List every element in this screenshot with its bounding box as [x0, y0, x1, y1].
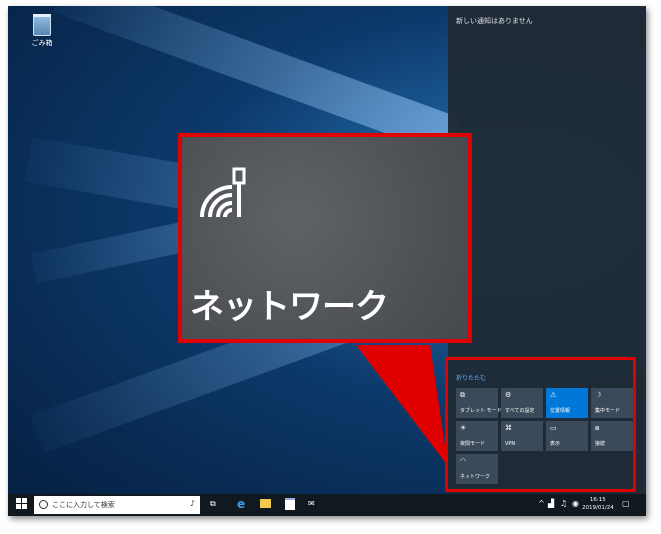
edge-icon[interactable]: e	[237, 497, 245, 511]
start-button[interactable]	[16, 498, 28, 510]
clock[interactable]: 16:15 2019/01/24	[582, 496, 614, 512]
network-tray-icon[interactable]: ▟	[548, 499, 554, 508]
clock-time: 16:15	[589, 497, 606, 503]
network-label-large: ネットワーク	[190, 287, 389, 327]
microphone-icon[interactable]: ♪	[190, 499, 195, 508]
notifications-icon[interactable]: ▢	[622, 499, 630, 508]
mail-icon[interactable]: ✉	[308, 499, 315, 508]
cortana-icon	[39, 500, 48, 509]
no-notifications-text: 新しい通知はありません	[456, 17, 533, 25]
search-box[interactable]: ここに入力して検索 ♪	[34, 496, 200, 514]
recycle-bin[interactable]: ごみ箱	[22, 14, 62, 48]
task-view-icon[interactable]: ⧉	[210, 499, 216, 509]
recycle-bin-label: ごみ箱	[31, 39, 53, 47]
volume-icon[interactable]: ♫	[560, 499, 567, 508]
recycle-bin-icon	[33, 14, 51, 36]
store-icon[interactable]	[285, 498, 295, 510]
windows-logo-icon	[16, 498, 27, 509]
quick-actions-highlight	[445, 357, 636, 492]
search-placeholder: ここに入力して検索	[52, 501, 115, 509]
network-zoom-callout: ネットワーク	[178, 133, 472, 343]
network-icon-large	[200, 167, 246, 218]
ime-icon[interactable]: ◉	[572, 499, 579, 508]
clock-date: 2019/01/24	[582, 505, 614, 511]
show-hidden-icons-icon[interactable]: ^	[538, 499, 545, 508]
taskbar: ここに入力して検索 ♪ ⧉ e ✉ ^ ▟ ♫ ◉ 16:15 2019/01/…	[8, 494, 646, 516]
file-explorer-icon[interactable]	[260, 499, 271, 508]
